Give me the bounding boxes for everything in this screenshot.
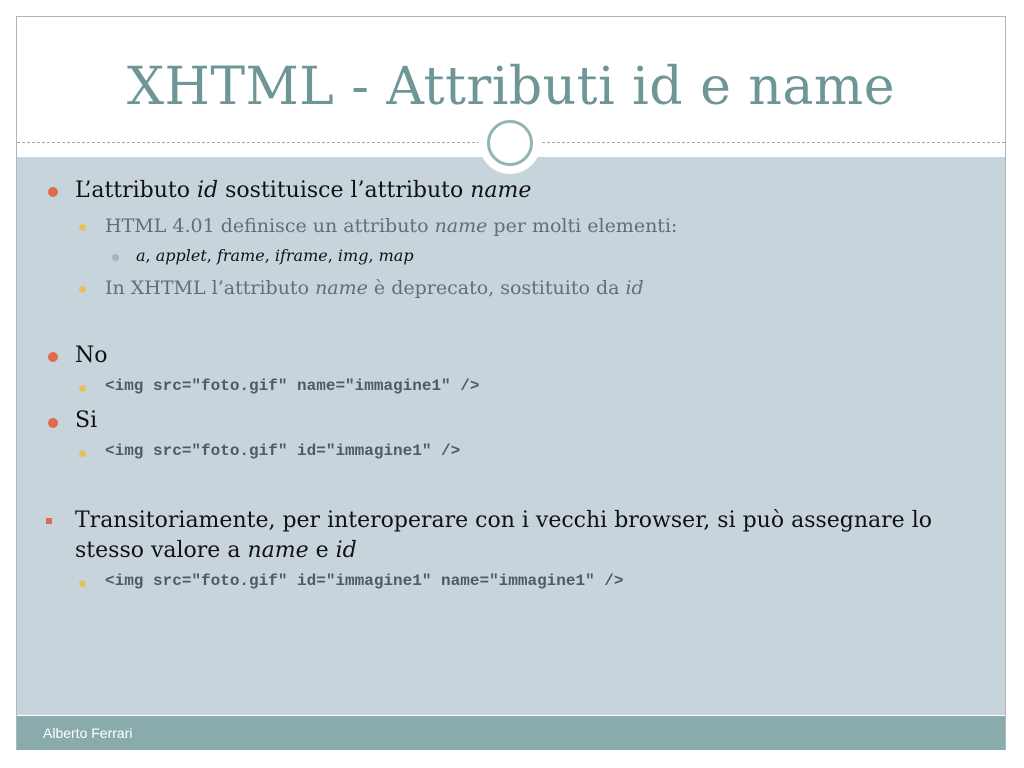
- bullet-level2-icon: [79, 450, 86, 457]
- bullet-square-icon: [46, 518, 52, 524]
- bullet-item-attribute-id: L’attributo id sostituisce l’attributo n…: [75, 178, 532, 203]
- bullet-level1-icon: [48, 418, 58, 428]
- bullet-item-si: Si: [75, 408, 98, 433]
- bullet-level1-icon: [48, 187, 58, 197]
- bullet-level2-icon: [79, 385, 86, 392]
- footer-author: Alberto Ferrari: [43, 725, 133, 741]
- bullet-item-no: No: [75, 343, 108, 368]
- bullet-level3-icon: [112, 254, 119, 261]
- bullet-level2-icon: [79, 580, 86, 587]
- content-area: [17, 157, 1005, 715]
- divider-ring-icon: [487, 120, 533, 166]
- bullet-level2-icon: [79, 286, 86, 293]
- bullet-item-elements: a, applet, frame, iframe, img, map: [136, 246, 414, 265]
- bullet-level1-icon: [48, 352, 58, 362]
- bullet-item-html401: HTML 4.01 definisce un attributo name pe…: [105, 215, 678, 237]
- bullet-level2-icon: [79, 224, 86, 231]
- bullet-item-transitional: Transitoriamente, per interoperare con i…: [75, 508, 932, 563]
- code-example-id-name: <img src="foto.gif" id="immagine1" name=…: [105, 572, 624, 590]
- bullet-item-xhtml-deprecated: In XHTML l’attributo name è deprecato, s…: [105, 277, 644, 299]
- slide-title: XHTML - Attributi id e name: [126, 57, 896, 117]
- code-example-id: <img src="foto.gif" id="immagine1" />: [105, 442, 461, 460]
- code-example-name: <img src="foto.gif" name="immagine1" />: [105, 377, 480, 395]
- footer-bar: Alberto Ferrari: [17, 716, 1005, 750]
